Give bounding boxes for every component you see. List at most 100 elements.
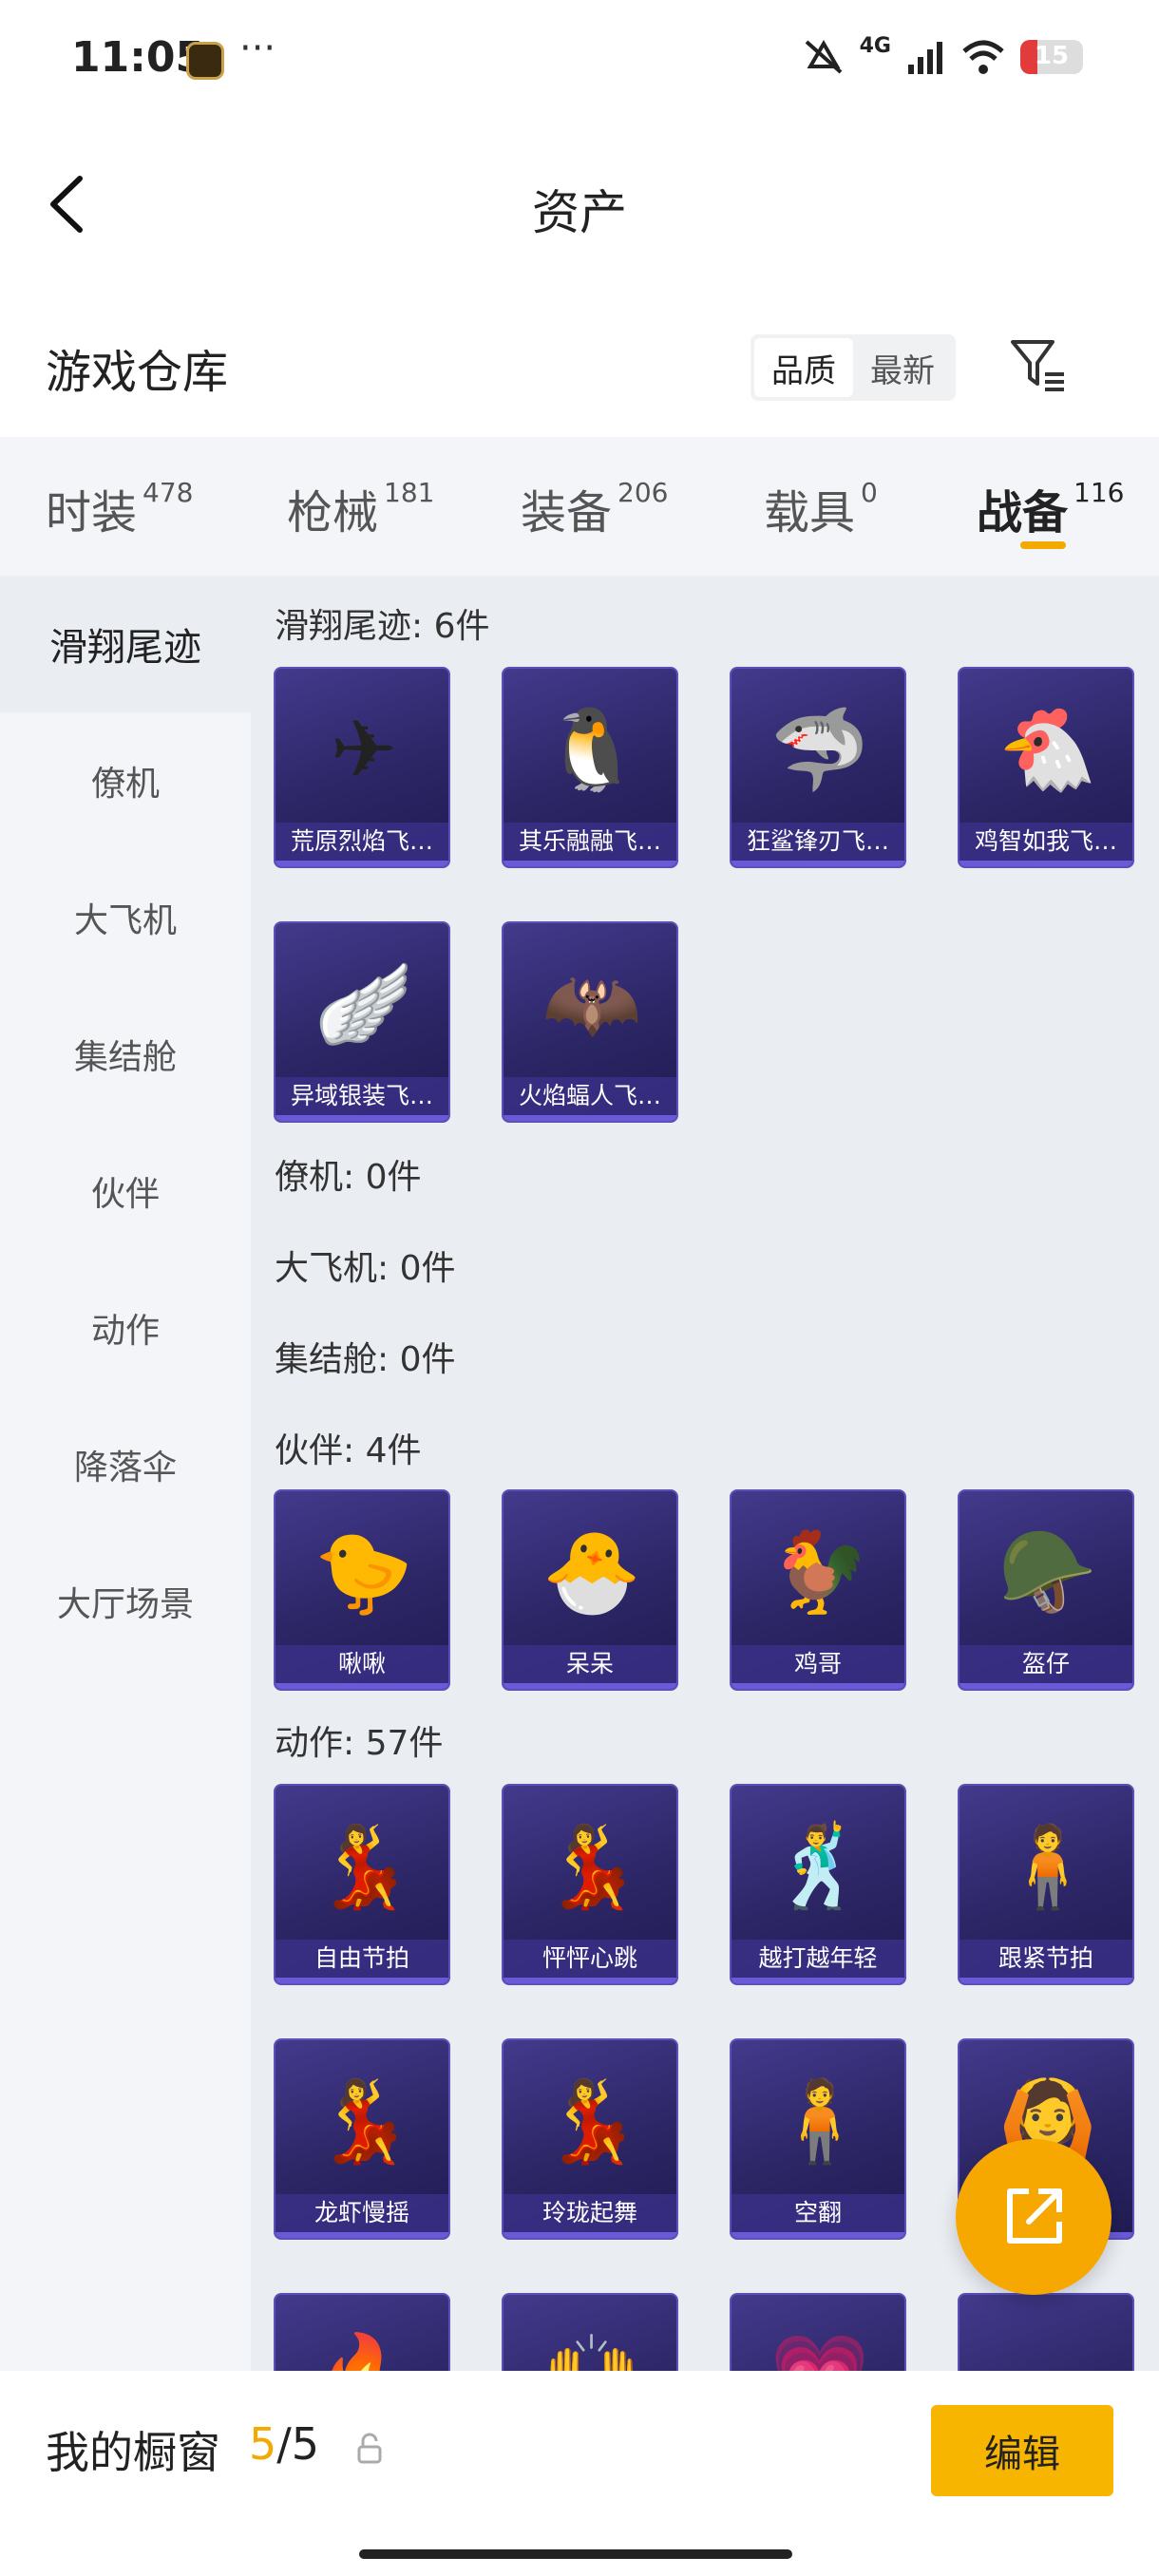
tab-fashion[interactable]: 时装 478 <box>46 475 193 541</box>
sidebar-item-parachute[interactable]: 降落伞 <box>0 1396 251 1533</box>
item-card[interactable]: 🦇 火焰蝠人飞… <box>502 921 678 1123</box>
helmet-chick-icon: 🪖 <box>998 1525 1098 1619</box>
item-card[interactable]: ✈ 荒原烈焰飞… <box>274 667 450 868</box>
section-title-action: 动作: 57件 <box>275 1724 444 1763</box>
item-card[interactable]: 💗 <box>730 2293 906 2371</box>
status-time: 11:05 <box>71 33 205 82</box>
tab-battle-prep[interactable]: 战备 116 <box>977 475 1124 541</box>
showcase-current: 5 <box>249 2418 277 2470</box>
more-notifications-icon: ··· <box>239 27 276 70</box>
item-card[interactable]: 🐧 其乐融融飞… <box>502 667 678 868</box>
home-indicator <box>359 2549 792 2559</box>
item-card[interactable]: 🧍 空翻 <box>730 2038 906 2240</box>
item-label: 空翻 <box>732 2194 904 2232</box>
tab-count: 116 <box>1074 477 1125 508</box>
sidebar-item-lobby-scene[interactable]: 大厅场景 <box>0 1533 251 1670</box>
item-card[interactable]: 🙌 <box>502 2293 678 2371</box>
tab-count: 478 <box>142 477 194 508</box>
item-card[interactable]: 💃 怦怦心跳 <box>502 1784 678 1985</box>
section-title-capsule: 集结舱: 0件 <box>275 1340 456 1379</box>
dance-pose-icon: 🧍 <box>998 1820 1098 1913</box>
sort-toggle: 品质 最新 <box>750 334 956 401</box>
battery-level: 15 <box>1034 42 1070 70</box>
item-card[interactable]: 🔥 <box>274 2293 450 2371</box>
sidebar-item-glide-trail[interactable]: 滑翔尾迹 <box>0 576 251 712</box>
chick-egg-icon: 🐣 <box>542 1525 642 1619</box>
item-card[interactable]: 💃 自由节拍 <box>274 1784 450 1985</box>
sidebar-item-action[interactable]: 动作 <box>0 1260 251 1396</box>
showcase-count: 5/5 <box>249 2418 319 2470</box>
item-label: 啾啾 <box>276 1645 448 1683</box>
tab-count: 0 <box>861 477 878 508</box>
item-label: 火焰蝠人飞… <box>504 1077 676 1115</box>
heart-pose-icon: 💗 <box>760 2316 880 2371</box>
item-label: 盔仔 <box>960 1645 1132 1683</box>
item-label: 自由节拍 <box>276 1940 448 1978</box>
dance-pose-icon: 💃 <box>314 1820 414 1913</box>
sort-newest-button[interactable]: 最新 <box>853 338 952 397</box>
mute-icon <box>805 40 842 74</box>
sidebar-item-wingman[interactable]: 僚机 <box>0 712 251 849</box>
lock-icon <box>357 2433 382 2464</box>
silver-wing-glider-icon: 🪽 <box>314 957 414 1051</box>
tab-guns[interactable]: 枪械 181 <box>287 475 434 541</box>
chicken-glider-icon: 🐔 <box>998 703 1098 796</box>
item-card[interactable]: 🐤 啾啾 <box>274 1489 450 1691</box>
showcase-total: /5 <box>276 2418 320 2470</box>
item-label: 跟紧节拍 <box>960 1940 1132 1978</box>
sidebar-item-big-plane[interactable]: 大飞机 <box>0 849 251 986</box>
cloud-pose-icon: ☁ <box>988 2316 1108 2371</box>
tab-label: 战备 <box>977 486 1069 540</box>
pink-bird-icon: 🐤 <box>314 1525 414 1619</box>
tab-equipment[interactable]: 装备 206 <box>521 475 668 541</box>
dance-pose-icon: 🧍 <box>770 2074 870 2168</box>
game-app-icon <box>186 42 224 80</box>
tab-label: 枪械 <box>287 486 379 540</box>
sidebar-item-partner[interactable]: 伙伴 <box>0 1123 251 1260</box>
fire-pose-icon: 🔥 <box>304 2316 424 2371</box>
item-card[interactable]: 🧍 跟紧节拍 <box>958 1784 1134 1985</box>
item-card[interactable]: 🕺 越打越年轻 <box>730 1784 906 1985</box>
flame-glider-icon: ✈ <box>330 703 398 796</box>
item-card[interactable]: 💃 龙虾慢摇 <box>274 2038 450 2240</box>
filter-icon[interactable] <box>1009 336 1068 395</box>
dance-pose-icon: 🕺 <box>770 1820 870 1913</box>
item-card[interactable]: 🦈 狂鲨锋刃飞… <box>730 667 906 868</box>
item-card[interactable]: ☁ <box>958 2293 1134 2371</box>
item-card[interactable]: 🐔 鸡智如我飞… <box>958 667 1134 868</box>
item-label: 玲珑起舞 <box>504 2194 676 2232</box>
tab-label: 装备 <box>521 486 613 540</box>
dance-pose-icon: 💃 <box>314 2074 414 2168</box>
item-label: 越打越年轻 <box>732 1940 904 1978</box>
item-label: 鸡智如我飞… <box>960 823 1132 861</box>
item-label: 呆呆 <box>504 1645 676 1683</box>
item-card[interactable]: 💃 玲珑起舞 <box>502 2038 678 2240</box>
item-label: 鸡哥 <box>732 1645 904 1683</box>
tab-label: 载具 <box>764 486 856 540</box>
sort-quality-button[interactable]: 品质 <box>754 338 853 397</box>
active-tab-indicator <box>1020 541 1066 549</box>
bat-man-glider-icon: 🦇 <box>542 957 642 1051</box>
category-tabs: 时装 478 枪械 181 装备 206 载具 0 战备 116 <box>0 437 1159 576</box>
nav-bar: 资产 <box>0 133 1159 275</box>
item-label: 狂鲨锋刃飞… <box>732 823 904 861</box>
sidebar-item-capsule[interactable]: 集结舱 <box>0 986 251 1123</box>
tab-vehicles[interactable]: 载具 0 <box>764 475 878 541</box>
item-label: 荒原烈焰飞… <box>276 823 448 861</box>
item-grid-area: 滑翔尾迹: 6件 ✈ 荒原烈焰飞… 🐧 其乐融融飞… 🦈 狂鲨锋刃飞… 🐔 鸡智如我飞…… <box>251 576 1159 2371</box>
showcase-bar: 我的橱窗 5/5 编辑 <box>0 2371 1159 2576</box>
item-card[interactable]: 🪖 盔仔 <box>958 1489 1134 1691</box>
page-title: 资产 <box>532 185 627 240</box>
status-bar: 11:05 ··· 4G 15 <box>0 0 1159 114</box>
warehouse-title: 游戏仓库 <box>46 346 229 399</box>
share-floating-button[interactable] <box>956 2139 1112 2295</box>
network-type: 4G <box>859 33 891 58</box>
section-title-big-plane: 大飞机: 0件 <box>275 1249 456 1288</box>
item-label: 龙虾慢摇 <box>276 2194 448 2232</box>
edit-button[interactable]: 编辑 <box>931 2405 1113 2496</box>
battery-icon: 15 <box>1020 40 1083 74</box>
item-card[interactable]: 🐣 呆呆 <box>502 1489 678 1691</box>
item-card[interactable]: 🪽 异域银装飞… <box>274 921 450 1123</box>
penguin-glider-icon: 🐧 <box>542 703 642 796</box>
item-card[interactable]: 🐓 鸡哥 <box>730 1489 906 1691</box>
